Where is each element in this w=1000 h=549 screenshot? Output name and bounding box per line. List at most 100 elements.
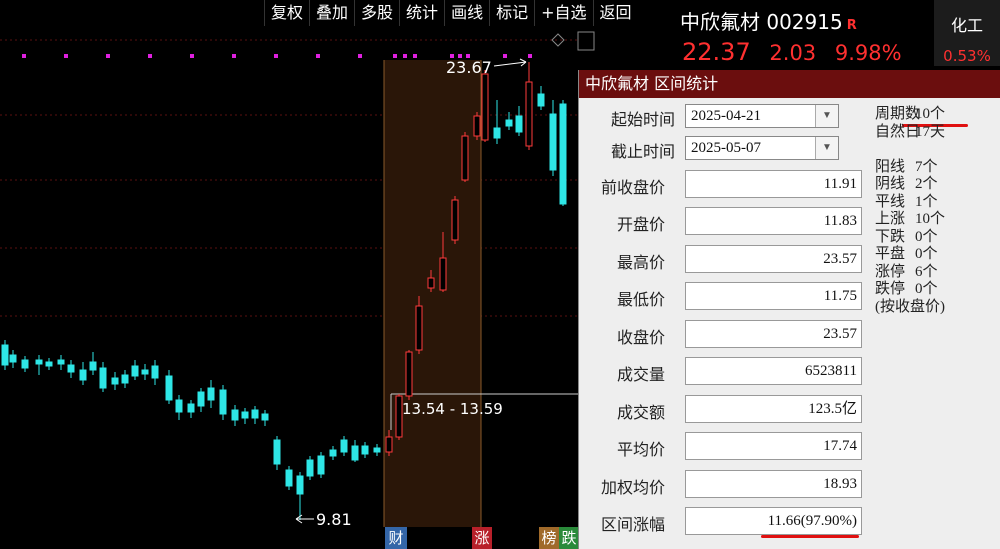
panel-title: 中欣氟材 区间统计	[579, 70, 1000, 98]
candle-down	[261, 413, 269, 421]
candle-down	[79, 369, 87, 381]
toolbar-multi-stock[interactable]: 多股	[354, 0, 399, 26]
tag-finance[interactable]: 财	[385, 527, 407, 549]
candle-up	[385, 436, 393, 453]
field-label: 最低价	[616, 292, 665, 309]
toolbar-overlay[interactable]: 叠加	[309, 0, 354, 26]
toolbar-back[interactable]: 返回	[592, 0, 638, 26]
stat-row: 跌停 0个	[875, 281, 938, 297]
candle-down	[515, 115, 523, 133]
field-value: 18.93	[685, 470, 862, 498]
start-time-label: 起始时间	[610, 112, 675, 129]
stock-title: 中欣氟材 002915 R	[680, 6, 857, 35]
stat-row: 平盘 0个	[875, 246, 938, 262]
start-date-select[interactable]: 2025-04-21 ▼	[685, 104, 839, 128]
industry-box[interactable]: 化工 0.53%	[934, 0, 1000, 66]
field-value: 11.75	[685, 282, 862, 310]
toolbar-statistics[interactable]: 统计	[399, 0, 444, 26]
candle-up	[525, 81, 533, 147]
candle-down	[351, 445, 359, 461]
last-price: 22.37	[682, 38, 751, 66]
marker-dot	[22, 54, 26, 58]
low-label: 9.81	[316, 510, 352, 529]
field-label: 最高价	[616, 255, 665, 272]
marker-dot	[316, 54, 320, 58]
candle-down	[317, 455, 325, 475]
candle-down	[121, 374, 129, 384]
candle-down	[111, 377, 119, 385]
field-label: 成交量	[616, 367, 665, 384]
candle-up	[405, 351, 413, 397]
field-label: 平均价	[616, 442, 665, 459]
candle-down	[131, 365, 139, 377]
stat-row: 下跌 0个	[875, 228, 938, 245]
marker-dot	[190, 54, 194, 58]
toolbar-mark[interactable]: 标记	[489, 0, 534, 26]
marker-dot	[232, 54, 236, 58]
price-line: 22.37 2.03 9.98%	[682, 38, 914, 66]
candle-down	[45, 361, 53, 367]
chevron-down-icon[interactable]: ▼	[815, 105, 838, 127]
tag-rise[interactable]: 涨	[472, 527, 492, 549]
candle-down	[559, 103, 567, 205]
candle-down	[165, 375, 173, 401]
marker-dot	[358, 54, 362, 58]
range-label: 13.54 - 13.59	[402, 400, 503, 418]
field-value: 11.91	[685, 170, 862, 198]
candle-down	[340, 439, 348, 453]
low-value: 9.81	[316, 510, 352, 529]
candle-down	[285, 469, 293, 487]
chevron-down-icon[interactable]: ▼	[815, 137, 838, 159]
marker-dot	[274, 54, 278, 58]
candle-down	[329, 449, 337, 457]
end-date-value: 2025-05-07	[691, 140, 761, 156]
candle-down	[187, 403, 195, 413]
high-label: 23.67	[446, 58, 492, 77]
stats-list: 周期数10个 自然日17天 阳线 7个 阴线 2个 平线 1个 上涨 10个 下跌 0个 …	[875, 106, 945, 316]
candle-down	[35, 359, 43, 365]
candle-down	[197, 391, 205, 407]
candle-down	[89, 361, 97, 371]
range-stats-panel: 中欣氟材 区间统计 起始时间 2025-04-21 ▼ 截止时间 2025-05…	[578, 70, 1000, 549]
marker-dot	[403, 54, 407, 58]
candle-up	[439, 257, 447, 291]
marker-dot	[503, 54, 507, 58]
candle-down	[1, 344, 9, 366]
end-time-label: 截止时间	[610, 144, 675, 161]
candle-down	[175, 399, 183, 413]
field-label: 前收盘价	[600, 180, 665, 197]
candle-down	[99, 367, 107, 389]
marker-dot	[64, 54, 68, 58]
candle-down	[306, 459, 314, 477]
candle-down	[219, 389, 227, 415]
tag-rank[interactable]: 榜	[539, 527, 559, 549]
toolbar-add-favorite[interactable]: +自选	[534, 0, 592, 26]
toolbar-draw-line[interactable]: 画线	[444, 0, 489, 26]
candle-up	[473, 115, 481, 137]
stock-name: 中欣氟材	[680, 10, 760, 34]
stat-row: 阳线 7个	[875, 158, 938, 175]
stat-row: 自然日17天	[875, 123, 946, 140]
marker-dot	[393, 54, 397, 58]
stat-row: 涨停 6个	[875, 263, 938, 280]
marker-dot	[148, 54, 152, 58]
stat-row: 上涨 10个	[875, 211, 946, 227]
range-change-underline	[761, 535, 859, 538]
start-date-value: 2025-04-21	[691, 108, 761, 124]
field-value: 23.57	[685, 320, 862, 348]
marker-dot	[106, 54, 110, 58]
price-change-pct: 9.98%	[834, 41, 902, 65]
candle-down	[493, 127, 501, 139]
field-value: 23.57	[685, 245, 862, 273]
field-label: 开盘价	[616, 217, 665, 234]
candle-up	[451, 199, 459, 241]
high-value: 23.67	[446, 58, 492, 77]
end-date-select[interactable]: 2025-05-07 ▼	[685, 136, 839, 160]
candle-down	[9, 354, 17, 363]
candle-down	[231, 409, 239, 421]
stat-note: (按收盘价)	[875, 298, 945, 315]
field-label: 成交额	[616, 405, 665, 422]
panel-toggle-icon	[577, 31, 595, 51]
candle-up	[481, 73, 489, 141]
toolbar-restore-rights[interactable]: 复权	[264, 0, 309, 26]
